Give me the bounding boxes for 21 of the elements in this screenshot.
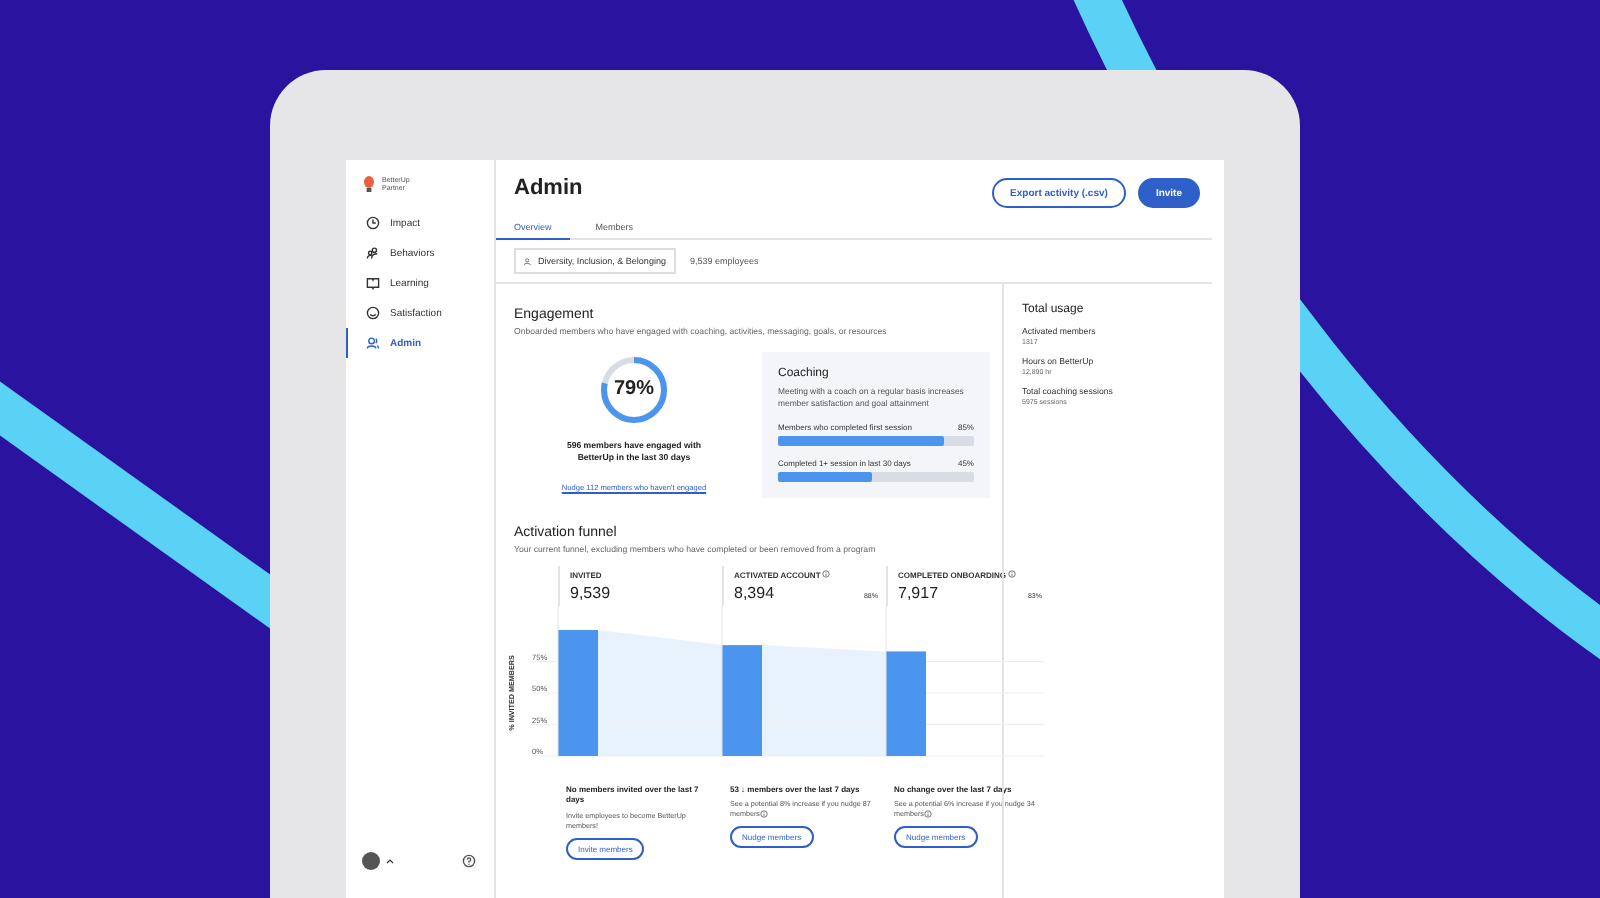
- avatar[interactable]: [362, 852, 380, 870]
- stage-value: 9,539: [570, 583, 611, 602]
- caret-icon[interactable]: [386, 858, 394, 864]
- info-icon: [759, 810, 768, 819]
- funnel-bar: [722, 644, 762, 756]
- info-icon: [822, 570, 831, 579]
- lightbulb-icon: [364, 176, 374, 193]
- clock-icon: [366, 216, 380, 231]
- smiley-icon: [366, 306, 380, 321]
- donut-gauge: [596, 352, 672, 428]
- donut-value: 79%: [611, 378, 656, 400]
- help-icon[interactable]: [462, 854, 476, 868]
- book-icon: [366, 276, 380, 291]
- info-icon: [1008, 570, 1016, 579]
- stage-value: 7,917: [898, 583, 939, 602]
- funnel-bar: [886, 650, 926, 756]
- user-icon: [366, 336, 380, 351]
- stage-value: 8,394: [734, 583, 775, 602]
- info-icon: [923, 810, 932, 819]
- page-title: Admin: [514, 176, 583, 200]
- funnel-bar: [558, 629, 598, 756]
